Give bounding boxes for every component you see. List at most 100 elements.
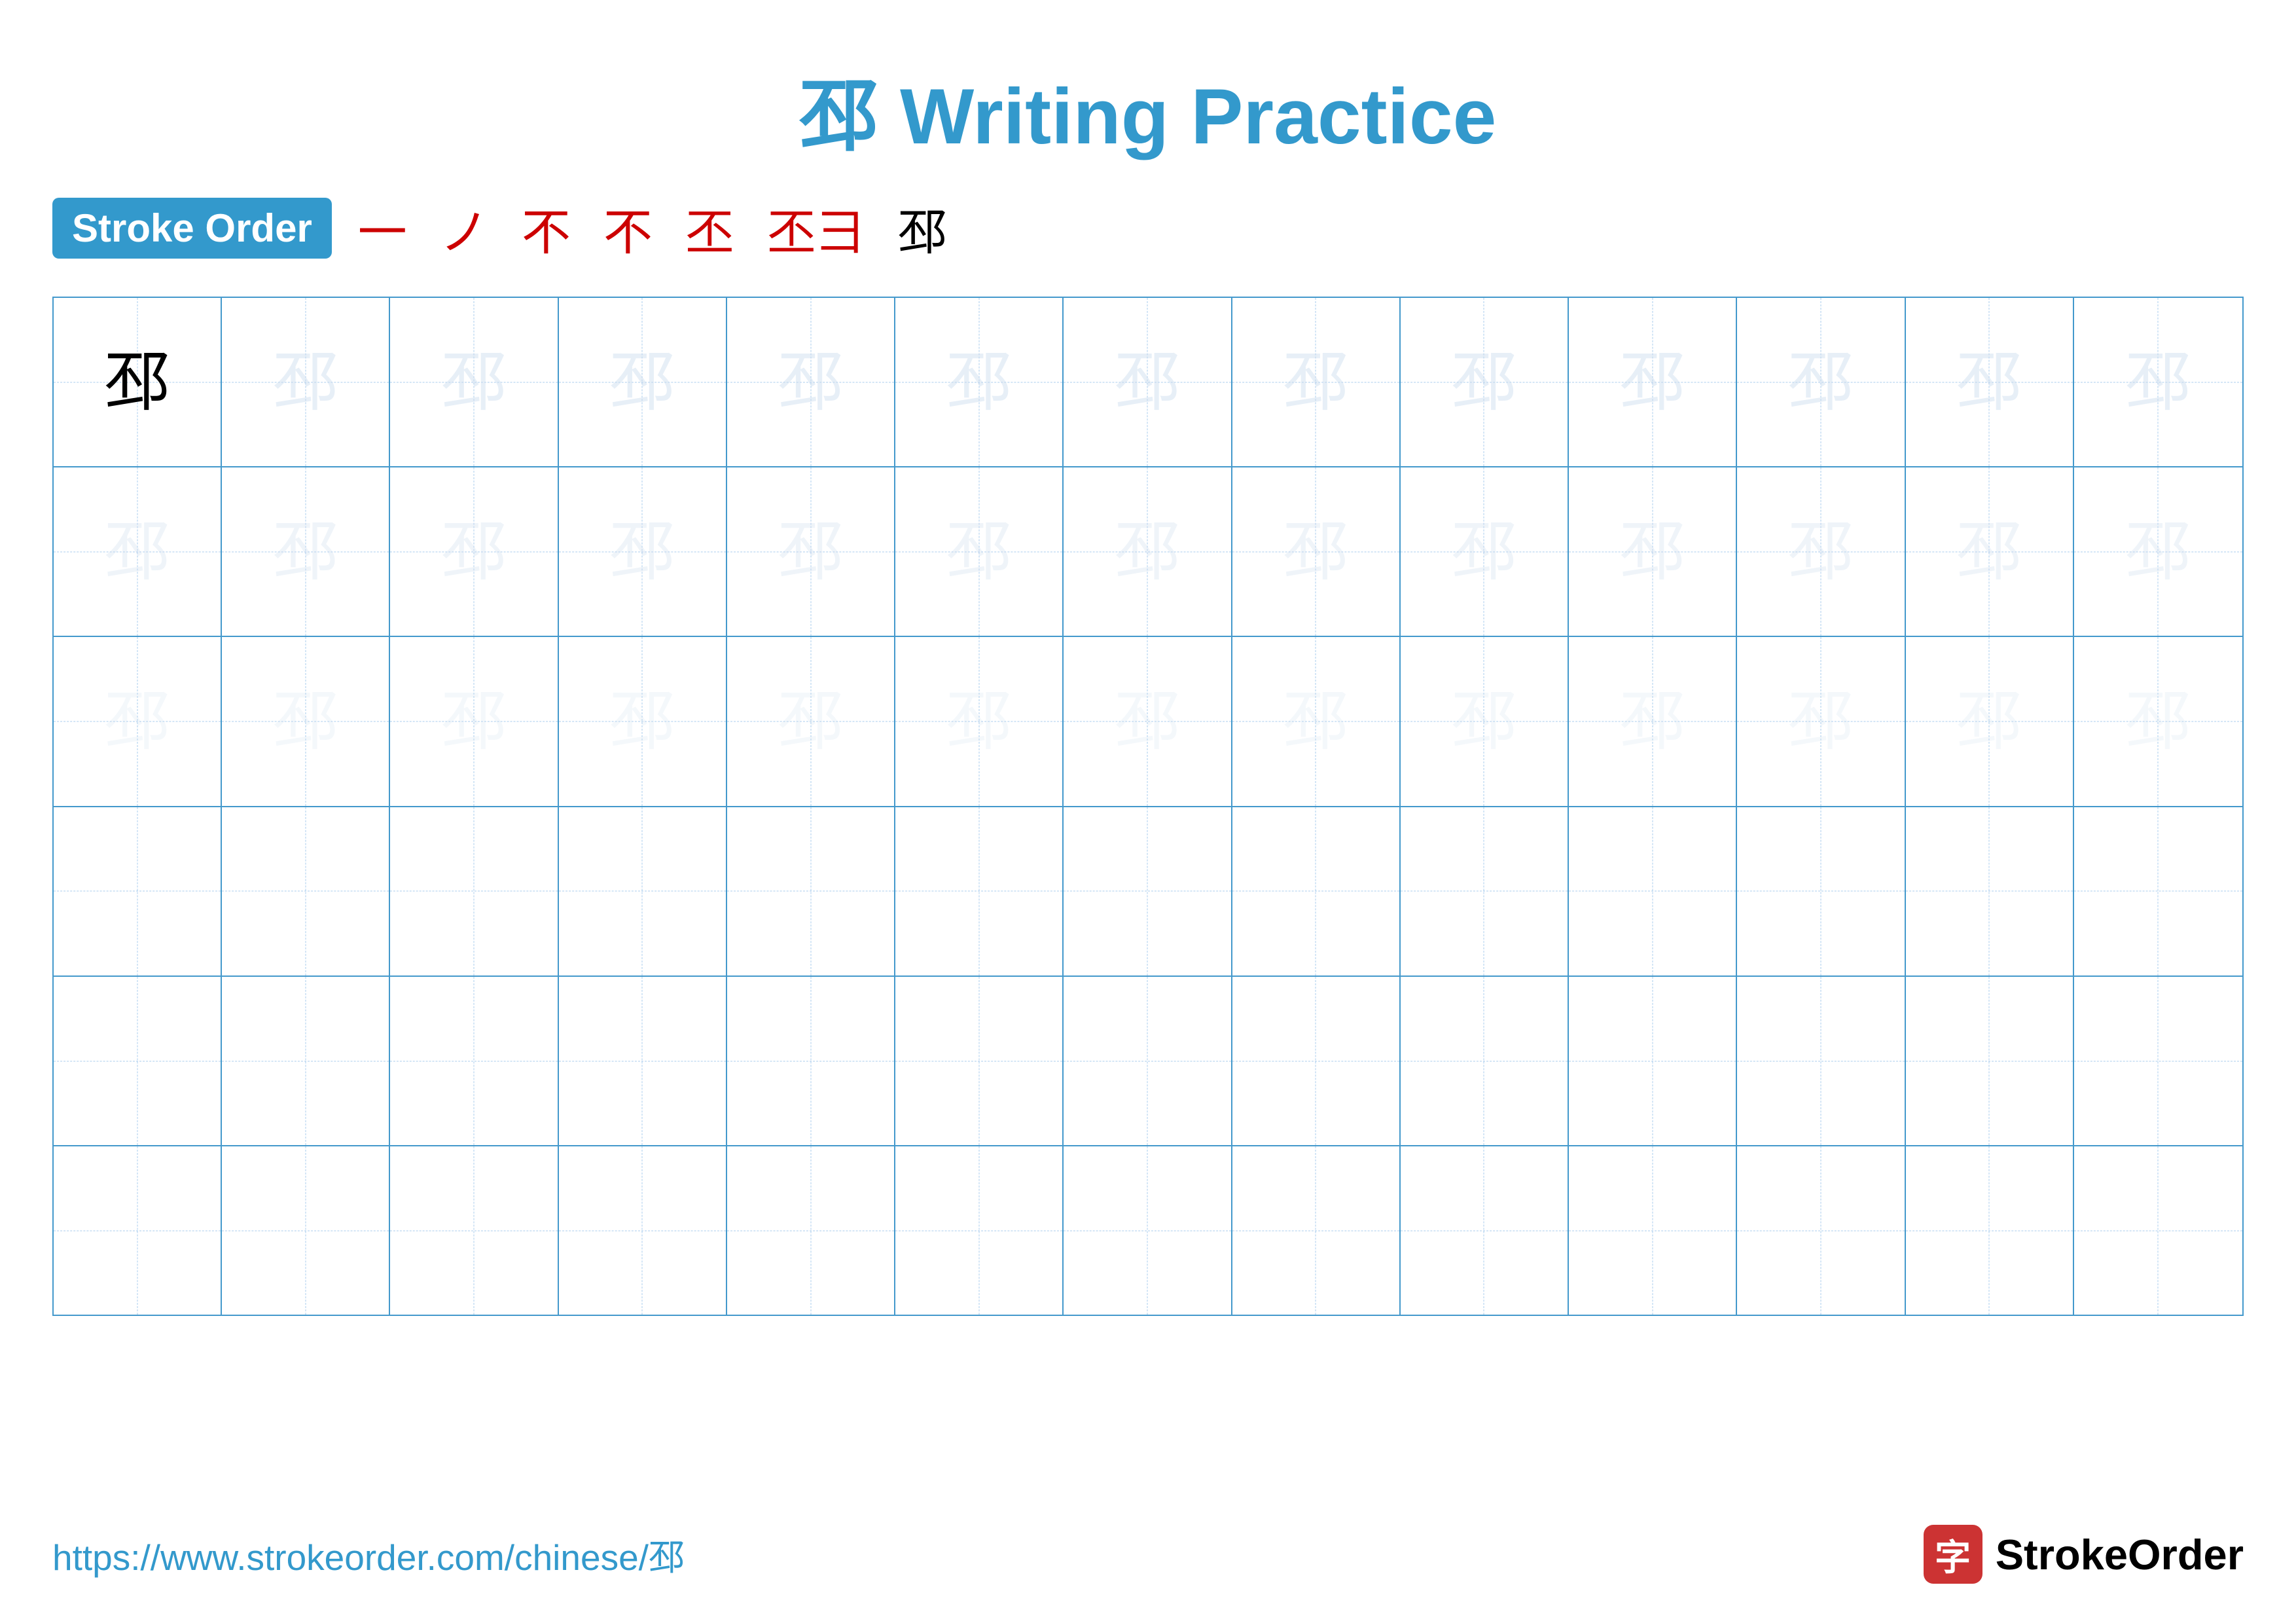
practice-char: 邳 bbox=[441, 350, 507, 415]
practice-char: 邳 bbox=[1115, 519, 1180, 585]
grid-cell-0-5[interactable]: 邳 bbox=[895, 298, 1064, 466]
grid-cell-4-1[interactable] bbox=[222, 977, 390, 1145]
grid-cell-4-8[interactable] bbox=[1401, 977, 1569, 1145]
grid-cell-4-0[interactable] bbox=[54, 977, 222, 1145]
grid-cell-2-7[interactable]: 邳 bbox=[1232, 637, 1401, 805]
grid-cell-5-3[interactable] bbox=[559, 1146, 727, 1315]
practice-char: 邳 bbox=[1620, 689, 1685, 754]
grid-cell-3-6[interactable] bbox=[1064, 807, 1232, 976]
grid-cell-0-4[interactable]: 邳 bbox=[727, 298, 895, 466]
grid-cell-5-5[interactable] bbox=[895, 1146, 1064, 1315]
grid-cell-5-6[interactable] bbox=[1064, 1146, 1232, 1315]
grid-cell-0-8[interactable]: 邳 bbox=[1401, 298, 1569, 466]
grid-cell-1-12[interactable]: 邳 bbox=[2074, 467, 2242, 636]
grid-cell-5-11[interactable] bbox=[1906, 1146, 2074, 1315]
grid-cell-3-9[interactable] bbox=[1569, 807, 1737, 976]
grid-cell-2-4[interactable]: 邳 bbox=[727, 637, 895, 805]
grid-cell-2-0[interactable]: 邳 bbox=[54, 637, 222, 805]
practice-char: 邳 bbox=[946, 689, 1012, 754]
practice-char: 邳 bbox=[1283, 350, 1348, 415]
grid-cell-4-5[interactable] bbox=[895, 977, 1064, 1145]
grid-cell-3-2[interactable] bbox=[390, 807, 558, 976]
grid-cell-3-1[interactable] bbox=[222, 807, 390, 976]
grid-cell-1-3[interactable]: 邳 bbox=[559, 467, 727, 636]
grid-cell-2-9[interactable]: 邳 bbox=[1569, 637, 1737, 805]
grid-cell-0-2[interactable]: 邳 bbox=[390, 298, 558, 466]
grid-cell-5-2[interactable] bbox=[390, 1146, 558, 1315]
grid-cell-2-10[interactable]: 邳 bbox=[1737, 637, 1905, 805]
grid-cell-5-8[interactable] bbox=[1401, 1146, 1569, 1315]
stroke-step-1: 一 bbox=[358, 192, 407, 264]
grid-cell-0-9[interactable]: 邳 bbox=[1569, 298, 1737, 466]
grid-cell-0-12[interactable]: 邳 bbox=[2074, 298, 2242, 466]
grid-cell-1-5[interactable]: 邳 bbox=[895, 467, 1064, 636]
grid-cell-3-5[interactable] bbox=[895, 807, 1064, 976]
practice-char: 邳 bbox=[1956, 350, 2022, 415]
grid-cell-5-12[interactable] bbox=[2074, 1146, 2242, 1315]
grid-cell-2-11[interactable]: 邳 bbox=[1906, 637, 2074, 805]
grid-cell-3-0[interactable] bbox=[54, 807, 222, 976]
grid-cell-1-6[interactable]: 邳 bbox=[1064, 467, 1232, 636]
stroke-steps: 一 ノ 不 不 丕 丕彐 邳 bbox=[358, 192, 947, 264]
practice-char: 邳 bbox=[441, 689, 507, 754]
grid-cell-3-11[interactable] bbox=[1906, 807, 2074, 976]
grid-cell-0-11[interactable]: 邳 bbox=[1906, 298, 2074, 466]
grid-cell-2-5[interactable]: 邳 bbox=[895, 637, 1064, 805]
practice-char: 邳 bbox=[105, 519, 170, 585]
grid-cell-5-1[interactable] bbox=[222, 1146, 390, 1315]
practice-char: 邳 bbox=[105, 350, 170, 415]
practice-char: 邳 bbox=[1956, 519, 2022, 585]
grid-cell-0-7[interactable]: 邳 bbox=[1232, 298, 1401, 466]
grid-cell-5-4[interactable] bbox=[727, 1146, 895, 1315]
grid-cell-4-2[interactable] bbox=[390, 977, 558, 1145]
practice-grid: 邳邳邳邳邳邳邳邳邳邳邳邳邳邳邳邳邳邳邳邳邳邳邳邳邳邳邳邳邳邳邳邳邳邳邳邳邳邳邳 bbox=[52, 297, 2244, 1316]
grid-cell-3-4[interactable] bbox=[727, 807, 895, 976]
grid-cell-3-8[interactable] bbox=[1401, 807, 1569, 976]
practice-char: 邳 bbox=[1115, 689, 1180, 754]
grid-cell-1-8[interactable]: 邳 bbox=[1401, 467, 1569, 636]
grid-cell-0-1[interactable]: 邳 bbox=[222, 298, 390, 466]
grid-cell-3-7[interactable] bbox=[1232, 807, 1401, 976]
practice-char: 邳 bbox=[778, 689, 844, 754]
grid-cell-3-12[interactable] bbox=[2074, 807, 2242, 976]
grid-cell-4-4[interactable] bbox=[727, 977, 895, 1145]
grid-cell-1-7[interactable]: 邳 bbox=[1232, 467, 1401, 636]
grid-cell-5-7[interactable] bbox=[1232, 1146, 1401, 1315]
practice-char: 邳 bbox=[1283, 689, 1348, 754]
footer-logo: 字 StrokeOrder bbox=[1924, 1525, 2244, 1584]
grid-cell-1-4[interactable]: 邳 bbox=[727, 467, 895, 636]
grid-cell-5-9[interactable] bbox=[1569, 1146, 1737, 1315]
grid-cell-1-9[interactable]: 邳 bbox=[1569, 467, 1737, 636]
grid-cell-0-10[interactable]: 邳 bbox=[1737, 298, 1905, 466]
grid-cell-4-12[interactable] bbox=[2074, 977, 2242, 1145]
page-title: 邳 Writing Practice bbox=[800, 73, 1497, 160]
grid-cell-5-0[interactable] bbox=[54, 1146, 222, 1315]
grid-cell-4-9[interactable] bbox=[1569, 977, 1737, 1145]
grid-cell-5-10[interactable] bbox=[1737, 1146, 1905, 1315]
grid-cell-3-3[interactable] bbox=[559, 807, 727, 976]
grid-cell-3-10[interactable] bbox=[1737, 807, 1905, 976]
grid-cell-2-12[interactable]: 邳 bbox=[2074, 637, 2242, 805]
grid-cell-0-0[interactable]: 邳 bbox=[54, 298, 222, 466]
grid-row-2: 邳邳邳邳邳邳邳邳邳邳邳邳邳 bbox=[54, 637, 2242, 807]
grid-cell-2-1[interactable]: 邳 bbox=[222, 637, 390, 805]
footer: https://www.strokeorder.com/chinese/邳 字 … bbox=[52, 1525, 2244, 1584]
grid-cell-2-2[interactable]: 邳 bbox=[390, 637, 558, 805]
grid-cell-0-6[interactable]: 邳 bbox=[1064, 298, 1232, 466]
grid-cell-0-3[interactable]: 邳 bbox=[559, 298, 727, 466]
grid-cell-1-2[interactable]: 邳 bbox=[390, 467, 558, 636]
grid-cell-1-11[interactable]: 邳 bbox=[1906, 467, 2074, 636]
grid-cell-4-11[interactable] bbox=[1906, 977, 2074, 1145]
grid-cell-1-0[interactable]: 邳 bbox=[54, 467, 222, 636]
grid-cell-1-1[interactable]: 邳 bbox=[222, 467, 390, 636]
grid-cell-4-10[interactable] bbox=[1737, 977, 1905, 1145]
grid-cell-2-6[interactable]: 邳 bbox=[1064, 637, 1232, 805]
grid-cell-2-8[interactable]: 邳 bbox=[1401, 637, 1569, 805]
grid-cell-4-7[interactable] bbox=[1232, 977, 1401, 1145]
grid-cell-2-3[interactable]: 邳 bbox=[559, 637, 727, 805]
grid-cell-1-10[interactable]: 邳 bbox=[1737, 467, 1905, 636]
stroke-step-5: 丕 bbox=[685, 192, 734, 264]
grid-cell-4-3[interactable] bbox=[559, 977, 727, 1145]
grid-cell-4-6[interactable] bbox=[1064, 977, 1232, 1145]
practice-char: 邳 bbox=[609, 519, 675, 585]
